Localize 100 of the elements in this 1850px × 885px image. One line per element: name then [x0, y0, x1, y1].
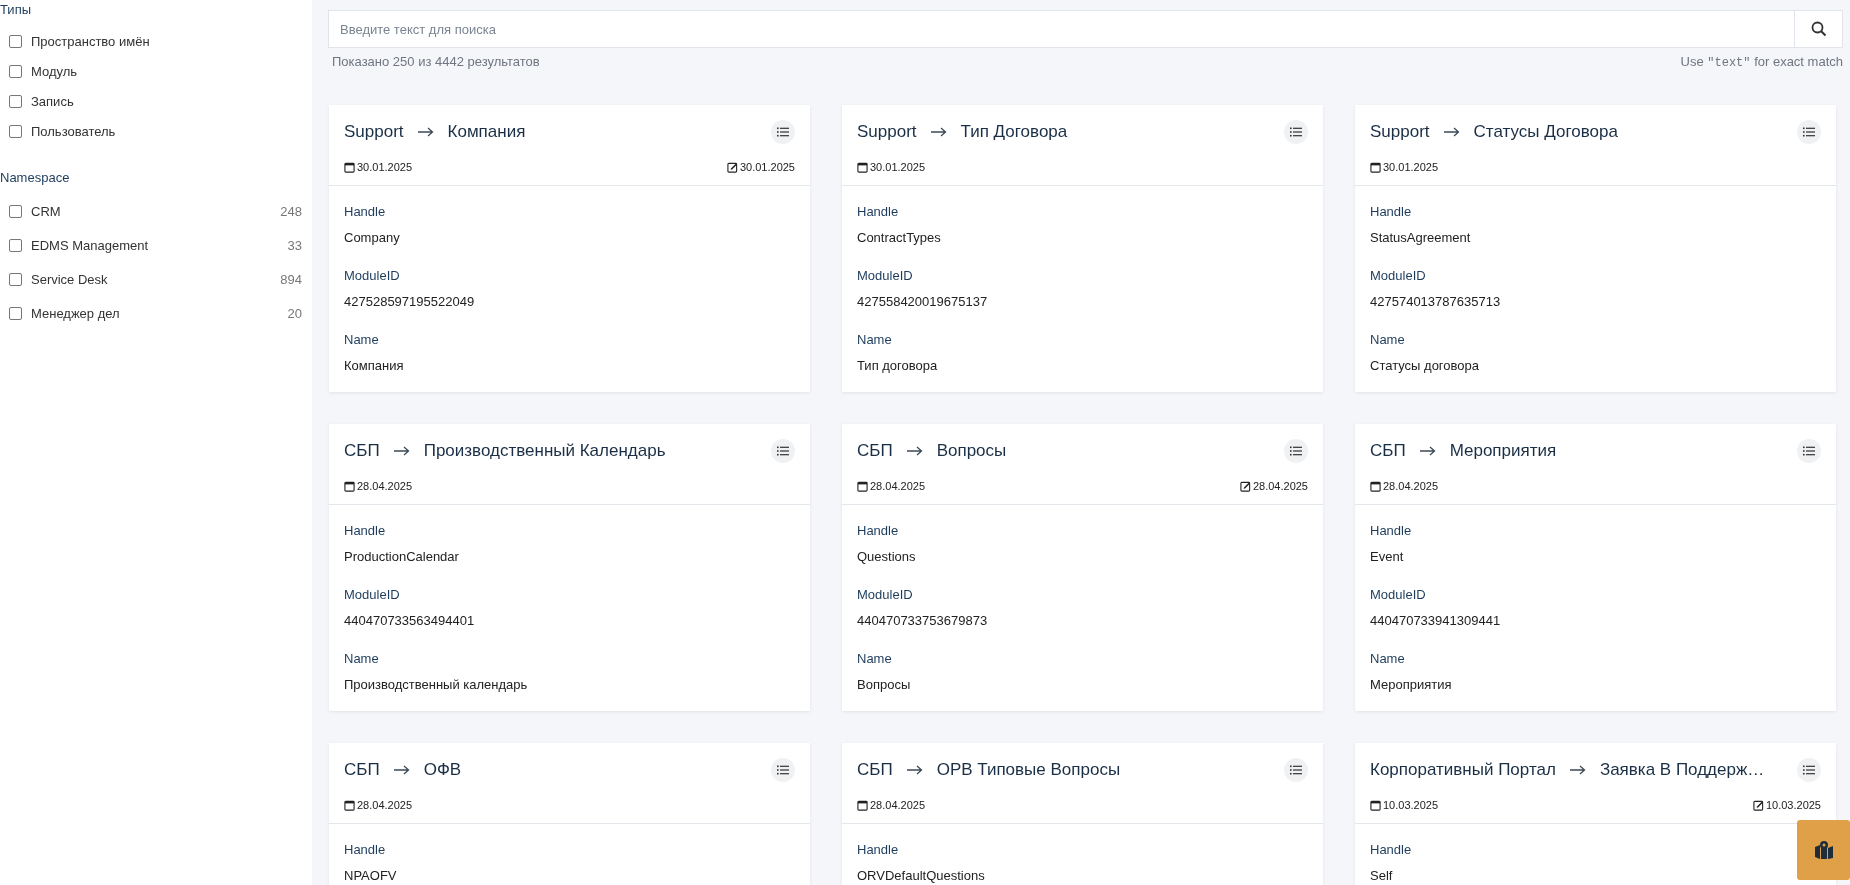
field-label: Handle	[1370, 204, 1413, 220]
filter-label[interactable]: Запись	[31, 93, 74, 109]
card-namespace[interactable]: Корпоративный Портал	[1370, 760, 1556, 780]
arrow-icon	[906, 446, 923, 456]
arrow-icon	[417, 127, 434, 137]
list-button[interactable]	[771, 120, 795, 144]
card-namespace[interactable]: Support	[857, 122, 917, 142]
field-label: Handle	[857, 842, 900, 858]
field-value: Статусы договора	[1370, 358, 1480, 374]
created-date: 28.04.2025	[1383, 480, 1439, 492]
filter-label[interactable]: Service Desk	[31, 271, 108, 287]
card-title[interactable]: Тип Договора	[960, 122, 1068, 142]
filter-count: 33	[287, 237, 302, 253]
field-label: Handle	[1370, 842, 1413, 858]
checkbox[interactable]	[9, 124, 22, 138]
checkbox[interactable]	[9, 34, 22, 48]
card-title[interactable]: Статусы Договора	[1473, 122, 1618, 142]
field-value: 440470733753679873	[857, 613, 989, 629]
card-title[interactable]: Заявка В Поддерж…	[1599, 760, 1765, 780]
field-value: ContractTypes	[857, 230, 942, 246]
calendar-icon	[857, 799, 868, 811]
list-icon	[777, 127, 789, 137]
card-title[interactable]: ОФВ	[423, 760, 462, 780]
list-icon	[1290, 765, 1302, 775]
created-date: 10.03.2025	[1383, 799, 1439, 811]
checkbox[interactable]	[9, 64, 22, 78]
filter-label[interactable]: EDMS Management	[31, 237, 149, 253]
created-date: 28.04.2025	[870, 480, 926, 492]
filter-label[interactable]: Пользователь	[31, 123, 116, 139]
field-label: ModuleID	[857, 587, 914, 603]
arrow-icon	[1419, 446, 1436, 456]
card-namespace[interactable]: СБП	[857, 441, 893, 461]
checkbox[interactable]	[9, 306, 22, 320]
card-namespace[interactable]: СБП	[344, 760, 380, 780]
edited-date: 30.01.2025	[739, 161, 795, 173]
checkbox[interactable]	[9, 238, 22, 252]
list-icon	[1290, 127, 1302, 137]
list-button[interactable]	[1284, 439, 1308, 463]
list-icon	[777, 765, 789, 775]
list-icon	[1290, 446, 1302, 456]
card-title[interactable]: Компания	[447, 122, 526, 142]
field-label: Name	[1370, 651, 1406, 667]
list-button[interactable]	[1797, 120, 1821, 144]
filter-label[interactable]: Пространство имён	[31, 33, 150, 49]
search-field[interactable]: Введите текст для поиска	[328, 10, 1795, 48]
filter-label[interactable]: Модуль	[31, 63, 78, 79]
search-icon	[1810, 21, 1827, 37]
arrow-icon	[1443, 127, 1460, 137]
map-icon	[1813, 840, 1834, 860]
field-value: Event	[1370, 549, 1405, 565]
edited-date: 10.03.2025	[1765, 799, 1821, 811]
filter-label[interactable]: CRM	[31, 203, 61, 219]
list-button[interactable]	[1797, 439, 1821, 463]
edit-icon	[726, 161, 738, 173]
card-namespace[interactable]: СБП	[857, 760, 893, 780]
card-namespace[interactable]: Support	[1370, 122, 1430, 142]
created-date: 30.01.2025	[1383, 161, 1439, 173]
field-label: Name	[344, 651, 380, 667]
created-date: 28.04.2025	[870, 799, 926, 811]
card-title[interactable]: Мероприятия	[1449, 441, 1557, 461]
card-title[interactable]: ОРВ Типовые Вопросы	[936, 760, 1121, 780]
field-value: 427558420019675137	[857, 294, 989, 310]
field-value: Тип договора	[857, 358, 939, 374]
field-value: Производственный календарь	[344, 677, 529, 693]
filter-count: 20	[287, 305, 302, 321]
created-date: 28.04.2025	[357, 480, 413, 492]
field-value: Компания	[344, 358, 405, 374]
list-button[interactable]	[1284, 758, 1308, 782]
filter-count: 894	[280, 271, 302, 287]
created-date: 28.04.2025	[357, 799, 413, 811]
field-value: 440470733941309441	[1370, 613, 1502, 629]
edit-icon	[1239, 480, 1251, 492]
field-label: Name	[1370, 332, 1406, 348]
card-namespace[interactable]: СБП	[344, 441, 380, 461]
checkbox[interactable]	[9, 204, 22, 218]
list-icon	[1803, 765, 1815, 775]
card-namespace[interactable]: Support	[344, 122, 404, 142]
field-value: StatusAgreement	[1370, 230, 1472, 246]
field-label: ModuleID	[1370, 268, 1427, 284]
edit-icon	[1752, 799, 1764, 811]
calendar-icon	[344, 480, 355, 492]
filter-label[interactable]: Менеджер дел	[31, 305, 120, 321]
card-namespace[interactable]: СБП	[1370, 441, 1406, 461]
list-button[interactable]	[771, 439, 795, 463]
calendar-icon	[1370, 161, 1381, 173]
list-button[interactable]	[1797, 758, 1821, 782]
card-title[interactable]: Вопросы	[936, 441, 1007, 461]
list-button[interactable]	[1284, 120, 1308, 144]
arrow-icon	[906, 765, 923, 775]
checkbox[interactable]	[9, 94, 22, 108]
list-button[interactable]	[771, 758, 795, 782]
card-title[interactable]: Производственный Календарь	[423, 441, 666, 461]
arrow-icon	[930, 127, 947, 137]
search-button[interactable]	[1795, 10, 1843, 48]
created-date: 30.01.2025	[357, 161, 413, 173]
field-value: Мероприятия	[1370, 677, 1453, 693]
filter-heading: Типы	[0, 2, 31, 17]
map-button[interactable]	[1797, 820, 1850, 880]
arrow-icon	[393, 446, 410, 456]
checkbox[interactable]	[9, 272, 22, 286]
